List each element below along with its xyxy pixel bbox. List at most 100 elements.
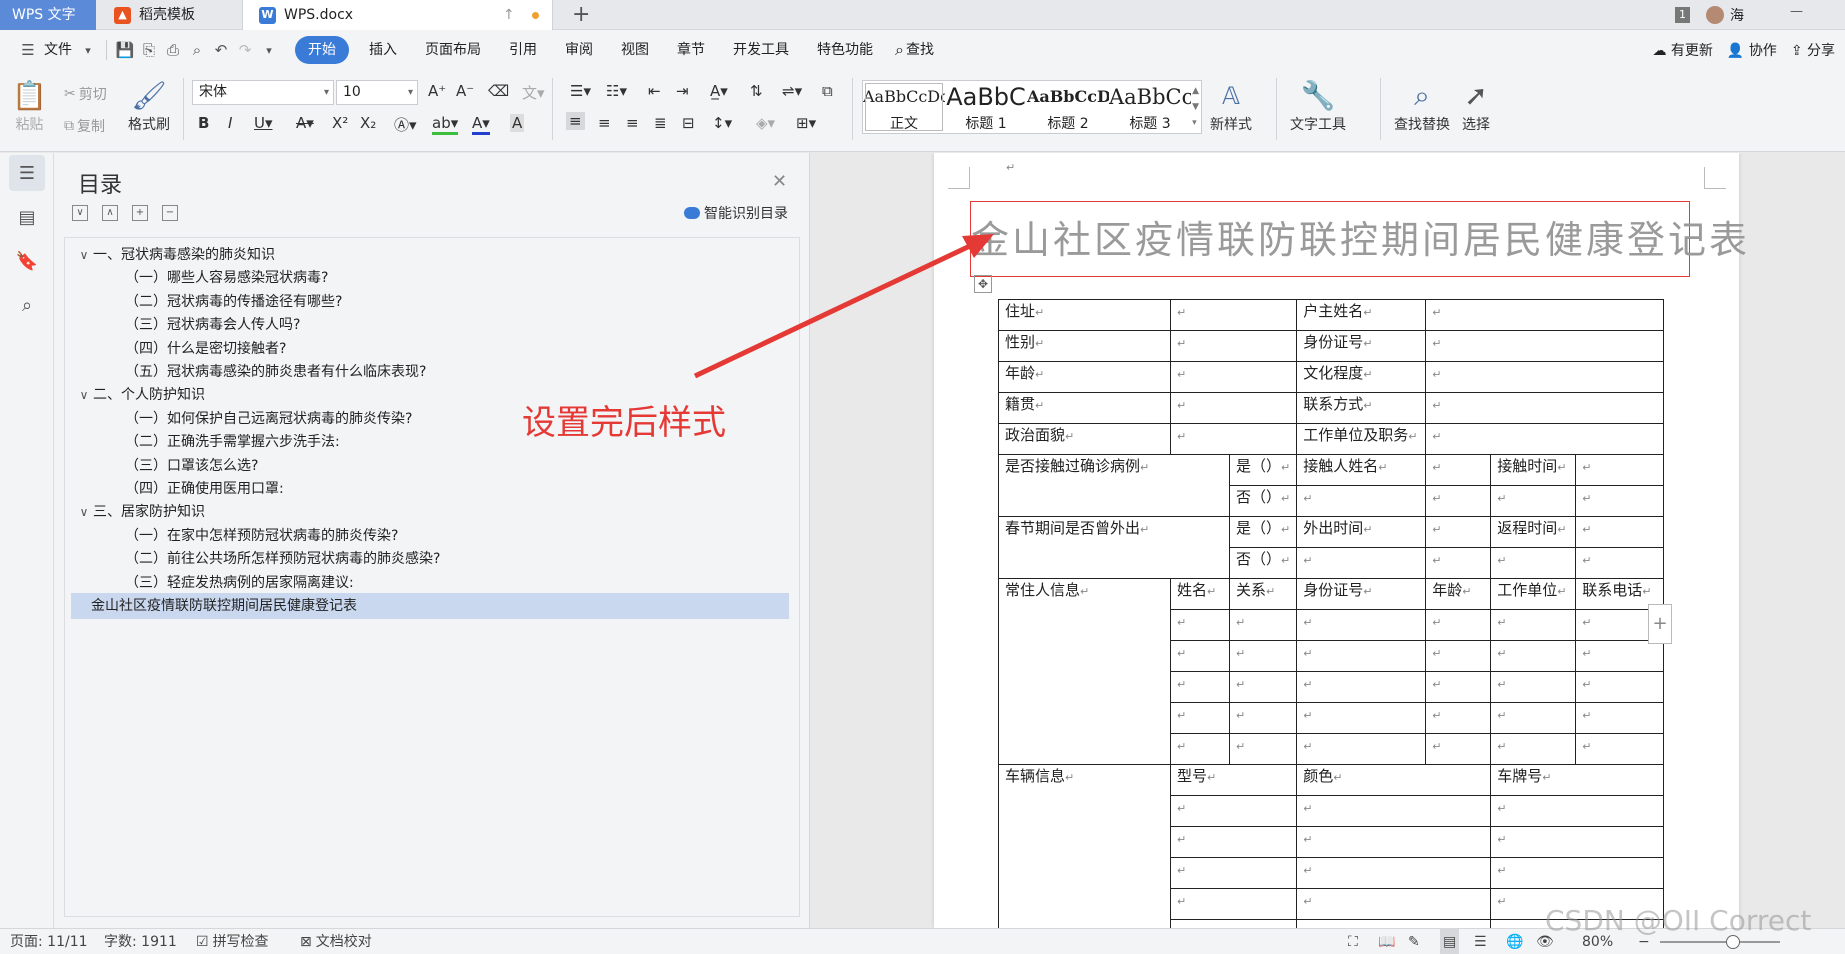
toc-item[interactable]: （二）前往公共场所怎样预防冠状病毒的肺炎感染? — [71, 546, 789, 572]
table-cell[interactable]: 车辆信息↵ — [998, 764, 1171, 928]
subscript-icon[interactable]: X₂ — [360, 114, 376, 132]
table-cell[interactable]: ↵ — [1425, 702, 1492, 734]
table-cell[interactable]: ↵ — [1296, 919, 1492, 928]
find-replace-button[interactable]: ⌕ 查找替换 — [1394, 78, 1450, 134]
customize-icon[interactable]: ▾ — [257, 38, 281, 62]
format-painter-button[interactable]: 🖌 格式刷 — [128, 78, 170, 134]
table-cell[interactable]: 籍贯↵ — [998, 392, 1171, 424]
table-cell[interactable]: ↵ — [1296, 826, 1492, 858]
table-cell[interactable]: ↵ — [1296, 795, 1492, 827]
chevron-down-icon[interactable]: ∨ — [75, 382, 93, 408]
char-shading-icon[interactable]: A — [510, 114, 525, 132]
menu-review[interactable]: 审阅 — [551, 36, 607, 64]
table-cell[interactable]: 是（）↵ — [1228, 454, 1298, 486]
table-cell[interactable]: 接触人姓名↵ — [1296, 454, 1427, 486]
strikethrough-icon[interactable]: A▾ — [296, 114, 314, 132]
new-style-button[interactable]: 𝔸 新样式 — [1210, 78, 1252, 134]
redo-icon[interactable]: ↷ — [233, 38, 257, 62]
proofread-button[interactable]: ⊠ 文档校对 — [300, 929, 372, 954]
avatar[interactable] — [1706, 6, 1724, 24]
table-cell[interactable]: ↵ — [1169, 888, 1298, 920]
chinese-layout-icon[interactable]: A̲▾ — [710, 82, 728, 100]
table-cell[interactable]: ↵ — [1228, 640, 1298, 672]
table-cell[interactable]: 型号↵ — [1169, 764, 1298, 796]
table-cell[interactable]: ↵ — [1169, 361, 1298, 393]
table-cell[interactable]: 性别↵ — [998, 330, 1171, 362]
hamburger-icon[interactable]: ☰ — [16, 38, 40, 62]
table-cell[interactable]: ↵ — [1170, 702, 1230, 734]
clear-format-icon[interactable]: ⌫ — [488, 82, 509, 100]
document-title[interactable]: 金山社区疫情联防联控期间居民健康登记表 — [970, 201, 1747, 277]
align-left-icon[interactable]: ≡ — [566, 112, 585, 130]
show-marks-icon[interactable]: ⧉ — [822, 82, 833, 100]
table-cell[interactable]: 联系方式↵ — [1296, 392, 1427, 424]
table-cell[interactable]: ↵ — [1575, 640, 1665, 672]
table-cell[interactable]: ↵ — [1228, 609, 1298, 641]
search-icon[interactable]: ⌕ — [895, 40, 904, 60]
table-cell[interactable]: ↵ — [1296, 547, 1427, 579]
table-cell[interactable]: 否（）↵ — [1228, 485, 1298, 517]
table-cell[interactable]: 年龄↵ — [998, 361, 1171, 393]
table-cell[interactable]: ↵ — [1169, 299, 1298, 331]
table-cell[interactable]: ↵ — [1170, 733, 1230, 765]
table-cell[interactable]: ↵ — [1169, 795, 1298, 827]
shrink-font-icon[interactable]: A⁻ — [456, 82, 474, 100]
table-cell[interactable]: ↵ — [1228, 671, 1298, 703]
remove-heading-icon[interactable]: − — [162, 205, 178, 221]
numbered-list-icon[interactable]: ☷▾ — [606, 82, 627, 100]
toc-item[interactable]: （二）冠状病毒的传播途径有哪些? — [71, 289, 789, 315]
style-heading-2[interactable]: AaBbCcDd 标题 2 — [1027, 81, 1109, 133]
menu-insert[interactable]: 插入 — [355, 36, 411, 64]
table-cell[interactable]: ↵ — [1169, 919, 1298, 928]
table-move-handle-icon[interactable]: ✥ — [974, 275, 992, 293]
page-view-icon[interactable]: ▤ — [1440, 929, 1460, 954]
table-cell[interactable]: 户主姓名↵ — [1296, 299, 1427, 331]
shading-icon[interactable]: ◈▾ — [756, 114, 775, 132]
table-cell[interactable]: ↵ — [1228, 733, 1298, 765]
table-cell[interactable]: ↵ — [1575, 454, 1665, 486]
chevron-down-icon[interactable]: ∨ — [75, 242, 93, 268]
table-cell[interactable]: 常住人信息↵ — [998, 578, 1171, 765]
select-button[interactable]: ➚ 选择 — [1462, 78, 1490, 134]
table-cell[interactable]: ↵ — [1575, 733, 1665, 765]
decrease-indent-icon[interactable]: ⇤ — [648, 82, 661, 100]
grow-font-icon[interactable]: A⁺ — [428, 82, 446, 100]
table-cell[interactable]: ↵ — [1425, 454, 1492, 486]
page-thumbnail-icon[interactable]: ▤ — [9, 199, 45, 235]
table-cell[interactable]: ↵ — [1296, 671, 1427, 703]
print-icon[interactable]: ⎙ — [161, 38, 185, 62]
table-cell[interactable]: 工作单位↵ — [1490, 578, 1577, 610]
table-cell[interactable]: ↵ — [1169, 330, 1298, 362]
menu-chapter[interactable]: 章节 — [663, 36, 719, 64]
menu-find[interactable]: 查找 — [904, 36, 948, 64]
font-size-select[interactable]: 10 — [336, 80, 418, 105]
table-cell[interactable]: 姓名↵ — [1170, 578, 1230, 610]
user-name[interactable]: 海 — [1730, 5, 1744, 25]
increase-indent-icon[interactable]: ⇥ — [676, 82, 689, 100]
zoom-slider-handle[interactable] — [1726, 935, 1740, 949]
text-tools-button[interactable]: 🔧 文字工具 — [1290, 78, 1346, 134]
toc-item[interactable]: （一）在家中怎样预防冠状病毒的肺炎传染? — [71, 523, 789, 549]
table-cell[interactable]: ↵ — [1490, 795, 1665, 827]
toc-item[interactable]: （一）哪些人容易感染冠状病毒? — [71, 265, 789, 291]
table-cell[interactable]: ↵ — [1169, 423, 1298, 455]
superscript-icon[interactable]: X² — [332, 114, 348, 132]
table-cell[interactable]: ↵ — [1425, 547, 1492, 579]
bold-icon[interactable]: B — [198, 114, 209, 132]
cut-button[interactable]: ✂ 剪切 — [64, 84, 107, 104]
menu-view[interactable]: 视图 — [607, 36, 663, 64]
save-icon[interactable]: 💾 — [113, 38, 137, 62]
new-tab-plus-icon[interactable]: + — [572, 2, 590, 27]
toc-item[interactable]: （四）什么是密切接触者? — [71, 336, 789, 362]
zoom-slider[interactable] — [1660, 941, 1780, 943]
table-cell[interactable]: ↵ — [1296, 609, 1427, 641]
style-heading-1[interactable]: AaBbC 标题 1 — [945, 81, 1027, 133]
menu-start[interactable]: 开始 — [295, 36, 349, 64]
table-cell[interactable]: ↵ — [1169, 392, 1298, 424]
web-view-icon[interactable]: 🌐 — [1506, 929, 1523, 954]
toc-item[interactable]: （三）轻症发热病例的居家隔离建议: — [71, 570, 789, 596]
table-cell[interactable]: ↵ — [1575, 702, 1665, 734]
sort-icon[interactable]: ⇅ — [750, 82, 763, 100]
table-cell[interactable]: 返程时间↵ — [1490, 516, 1577, 548]
table-cell[interactable]: ↵ — [1169, 857, 1298, 889]
